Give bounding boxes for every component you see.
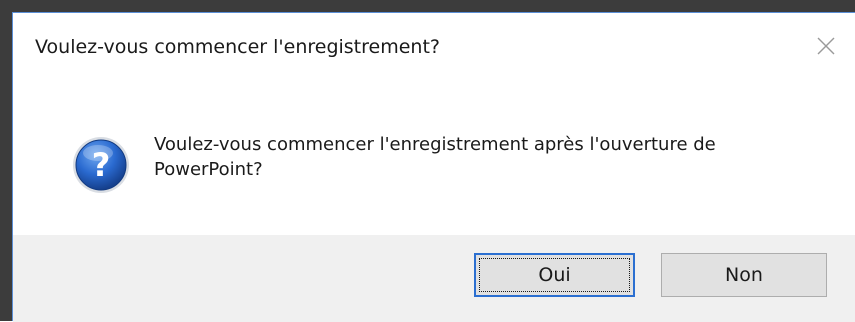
background-window-top: [0, 0, 855, 12]
dialog-titlebar: Voulez-vous commencer l'enregistrement?: [13, 13, 855, 81]
message-dialog: Voulez-vous commencer l'enregistrement? …: [12, 12, 855, 322]
close-icon: [817, 37, 835, 55]
background-window-left: [0, 0, 12, 321]
dialog-footer: Oui Non: [13, 235, 855, 322]
dialog-body: ? Voulez-vous commencer l'enregistrement…: [13, 81, 855, 235]
no-button-label: Non: [725, 264, 763, 286]
yes-button-label: Oui: [538, 264, 571, 286]
no-button[interactable]: Non: [661, 253, 827, 297]
svg-text:?: ?: [92, 146, 111, 184]
yes-button[interactable]: Oui: [474, 253, 635, 297]
close-button[interactable]: [809, 29, 843, 63]
dialog-title: Voulez-vous commencer l'enregistrement?: [35, 36, 440, 58]
dialog-message: Voulez-vous commencer l'enregistrement a…: [154, 134, 716, 180]
question-icon: ?: [73, 137, 129, 193]
